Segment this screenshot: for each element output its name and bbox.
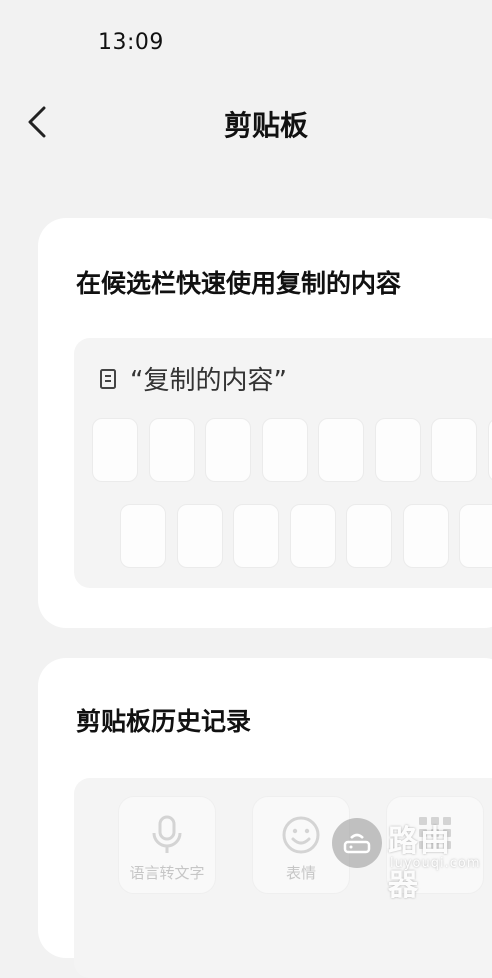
candidate-bar: “复制的内容” — [98, 360, 287, 397]
candidate-card: 在候选栏快速使用复制的内容 “复制的内容” — [38, 218, 492, 628]
voice-to-text-button[interactable]: 语言转文字 — [118, 796, 216, 894]
keyboard-key[interactable] — [290, 504, 336, 568]
microphone-icon — [150, 815, 184, 855]
keyboard-key[interactable] — [375, 418, 421, 482]
voice-to-text-label: 语言转文字 — [119, 862, 215, 883]
candidate-text: “复制的内容” — [130, 360, 287, 397]
keyboard-key[interactable] — [233, 504, 279, 568]
router-icon — [332, 818, 382, 868]
keyboard-key[interactable] — [403, 504, 449, 568]
status-time: 13:09 — [98, 30, 164, 55]
keyboard-key[interactable] — [92, 418, 138, 482]
history-card: 剪贴板历史记录 语言转文字 表情 — [38, 658, 492, 958]
watermark: 路由器 luyouqi.com — [332, 810, 482, 890]
keyboard-key[interactable] — [205, 418, 251, 482]
page-title: 剪贴板 — [0, 104, 492, 144]
keyboard-key[interactable] — [346, 504, 392, 568]
history-section-title: 剪贴板历史记录 — [76, 702, 251, 738]
keyboard-key[interactable] — [177, 504, 223, 568]
keyboard-key[interactable] — [149, 418, 195, 482]
keyboard-key[interactable] — [262, 418, 308, 482]
clipboard-icon — [98, 367, 120, 391]
keyboard-key[interactable] — [431, 418, 477, 482]
candidate-section-title: 在候选栏快速使用复制的内容 — [76, 264, 401, 300]
keyboard-key[interactable] — [120, 504, 166, 568]
keyboard-key[interactable] — [318, 418, 364, 482]
keyboard-preview: “复制的内容” — [74, 338, 492, 588]
keyboard-key[interactable] — [459, 504, 492, 568]
smiley-icon — [281, 815, 321, 855]
watermark-subtext: luyouqi.com — [390, 856, 481, 871]
keyboard-key[interactable] — [488, 418, 492, 482]
